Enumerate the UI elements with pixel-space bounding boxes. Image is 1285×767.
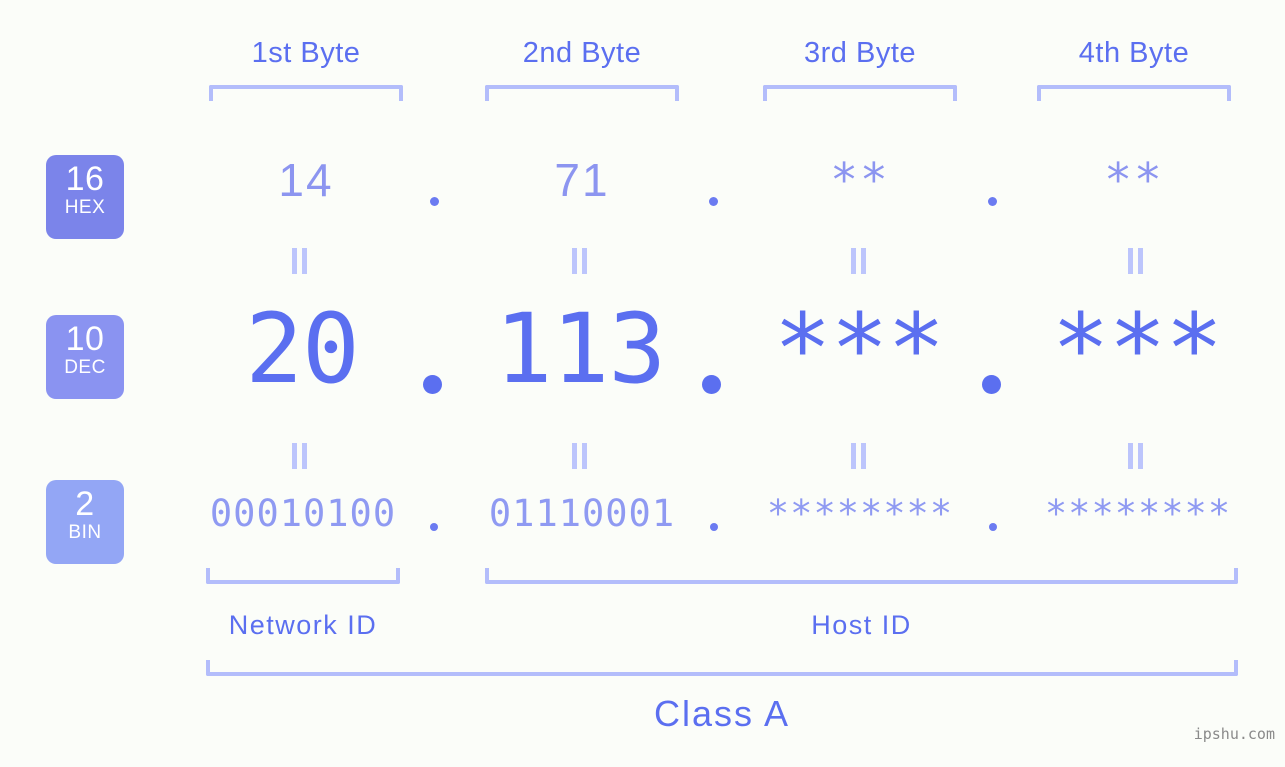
bin-byte-2-value: 01110001 (488, 492, 676, 535)
hex-byte-3-value: ** (830, 153, 890, 207)
equals-separator-hex-dec-3 (851, 248, 867, 274)
network-id-label: Network ID (228, 610, 378, 640)
equals-separator-dec-bin-2 (572, 443, 588, 469)
byte-bracket-3 (763, 85, 957, 101)
dec-byte-4-value: *** (1051, 293, 1223, 405)
byte-label-4: 4th Byte (1078, 37, 1190, 69)
hex-byte-4-value: ** (1104, 153, 1164, 207)
equals-separator-dec-bin-1 (292, 443, 308, 469)
bin-dot-separator-3 (989, 523, 997, 531)
equals-separator-dec-bin-4 (1128, 443, 1144, 469)
byte-label-1: 1st Byte (251, 37, 361, 69)
dec-byte-2-value: 113 (494, 293, 666, 405)
equals-separator-dec-bin-3 (851, 443, 867, 469)
host-id-label: Host ID (811, 610, 912, 640)
base-badge-dec-name: DEC (64, 357, 106, 378)
class-bracket (206, 660, 1238, 676)
hex-dot-separator-2 (709, 197, 718, 206)
base-badge-bin-name: BIN (68, 522, 102, 543)
bin-byte-4-value: ******** (1044, 492, 1232, 535)
network-id-bracket (206, 568, 400, 584)
dec-dot-separator-3 (982, 375, 1001, 394)
base-badge-bin[interactable]: 2 BIN (46, 480, 124, 564)
hex-byte-1-value: 14 (278, 154, 334, 206)
hex-dot-separator-3 (988, 197, 997, 206)
base-badge-hex-number: 16 (65, 160, 105, 198)
equals-separator-hex-dec-4 (1128, 248, 1144, 274)
byte-label-2: 2nd Byte (522, 37, 642, 69)
base-badge-bin-number: 2 (75, 485, 95, 523)
byte-bracket-2 (485, 85, 679, 101)
base-badge-hex[interactable]: 16 HEX (46, 155, 124, 239)
hex-dot-separator-1 (430, 197, 439, 206)
equals-separator-hex-dec-1 (292, 248, 308, 274)
dec-byte-1-value: 20 (245, 293, 360, 405)
class-label: Class A (653, 693, 791, 734)
host-id-bracket (485, 568, 1238, 584)
base-badge-dec-number: 10 (65, 320, 105, 358)
bin-byte-1-value: 00010100 (209, 492, 397, 535)
equals-separator-hex-dec-2 (572, 248, 588, 274)
ip-address-breakdown-diagram: 1st Byte 2nd Byte 3rd Byte 4th Byte 16 H… (0, 0, 1285, 767)
bin-dot-separator-1 (430, 523, 438, 531)
byte-bracket-1 (209, 85, 403, 101)
hex-byte-2-value: 71 (554, 154, 610, 206)
byte-bracket-4 (1037, 85, 1231, 101)
dec-dot-separator-2 (702, 375, 721, 394)
byte-label-3: 3rd Byte (804, 37, 916, 69)
bin-byte-3-value: ******** (766, 492, 954, 535)
base-badge-hex-name: HEX (64, 197, 106, 218)
dec-byte-3-value: *** (773, 293, 945, 405)
watermark: ipshu.com (1193, 725, 1275, 743)
bin-dot-separator-2 (710, 523, 718, 531)
base-badge-dec[interactable]: 10 DEC (46, 315, 124, 399)
dec-dot-separator-1 (423, 375, 442, 394)
